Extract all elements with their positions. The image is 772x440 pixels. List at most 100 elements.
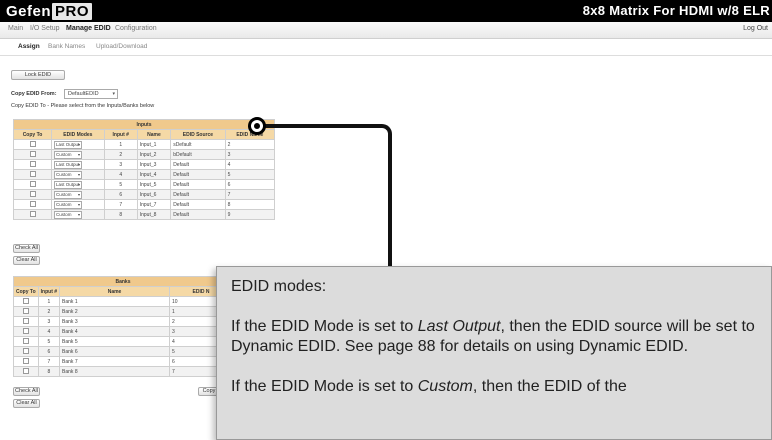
edid-mode-select[interactable]: Last Output ▾ (54, 140, 83, 149)
tab-assign[interactable]: Assign (18, 43, 40, 50)
bank-row: 1 Bank 1 10 (13, 296, 233, 307)
bank-input-number-cell: 4 (37, 326, 61, 337)
banks-table: Banks Copy To Input # Name EDID N 1 Bank … (13, 276, 233, 377)
bank-row: 6 Bank 65 (13, 346, 233, 357)
tab-upload-download[interactable]: Upload/Download (96, 43, 147, 50)
logout-link[interactable]: Log Out (743, 25, 768, 32)
bank-name-cell: Bank 5 (59, 336, 171, 347)
edid-source-cell: bDefault (170, 149, 226, 160)
edid-mode-cell: Last Output ▾ (51, 139, 105, 150)
edid-mode-select[interactable]: Last Output ▾ (54, 180, 83, 189)
copy-to-checkbox[interactable] (29, 210, 36, 217)
copy-to-checkbox[interactable] (29, 160, 36, 167)
copy-to-checkbox[interactable] (29, 200, 36, 207)
col-input-num: Input # (103, 129, 138, 140)
input-number-cell: 8 (103, 209, 138, 220)
clear-all-banks-button[interactable]: Clear All (13, 399, 40, 408)
bank-copy-to-checkbox[interactable] (22, 297, 29, 304)
top-header-bar: Gefen PRO 8x8 Matrix For HDMI w/8 ELR (0, 0, 772, 22)
edid-mode-select[interactable]: Last Output ▾ (54, 160, 83, 169)
nav-io-setup[interactable]: I/O Setup (30, 25, 60, 32)
edid-mode-cell: Custom ▾ (51, 169, 105, 180)
edid-mode-cell: Last Output ▾ (51, 179, 105, 190)
edid-mode-cell: Custom ▾ (51, 199, 105, 210)
chevron-down-icon: ▾ (78, 191, 81, 197)
banks-header-row: Copy To Input # Name EDID N (13, 286, 233, 297)
copy-to-checkbox[interactable] (29, 190, 36, 197)
edid-source-cell: Default (170, 179, 226, 190)
bank-copy-to-checkbox[interactable] (22, 327, 29, 334)
bank-name-cell: Bank 7 (59, 356, 171, 367)
copy-from-select[interactable]: DefaultEDID ▾ (64, 89, 118, 99)
bank-copy-to-checkbox[interactable] (22, 307, 29, 314)
nav-configuration[interactable]: Configuration (115, 25, 157, 32)
check-all-inputs-button[interactable]: Check All (13, 244, 40, 253)
input-name-cell: Input_7 (136, 199, 172, 210)
col-name: Name (136, 129, 172, 140)
input-name-cell: Input_2 (136, 149, 172, 160)
copy-to-cell (12, 169, 53, 180)
bank-copy-to-cell (13, 296, 39, 307)
copy-to-checkbox[interactable] (29, 170, 36, 177)
inputs-table: Inputs Copy To EDID Modes Input # Name E… (12, 119, 276, 220)
edid-mode-cell: Custom ▾ (51, 149, 105, 160)
check-all-banks-button[interactable]: Check All (13, 387, 40, 396)
input-name-cell: Input_4 (136, 169, 172, 180)
bank-copy-to-checkbox[interactable] (22, 317, 29, 324)
copy-to-cell (12, 159, 53, 170)
tab-bank-names[interactable]: Bank Names (48, 43, 85, 50)
edid-mode-select[interactable]: Custom ▾ (54, 150, 83, 159)
bank-name-cell: Bank 3 (59, 316, 171, 327)
inputs-header-row: Copy To EDID Modes Input # Name EDID Sou… (12, 129, 276, 140)
bank-copy-to-checkbox[interactable] (22, 367, 29, 374)
bank-input-number-cell: 8 (37, 366, 61, 377)
callout-box: EDID modes: If the EDID Mode is set to L… (216, 266, 772, 440)
edid-mode-select[interactable]: Custom ▾ (54, 210, 83, 219)
edid-source-cell: Default (170, 209, 226, 220)
copy-to-cell (12, 139, 53, 150)
bank-col-input-num: Input # (37, 286, 61, 297)
bank-name-cell: Bank 1 (59, 296, 171, 307)
input-row: Custom ▾ 8 Input_8 Default 9 (12, 209, 276, 220)
bank-input-number-cell: 5 (37, 336, 61, 347)
edid-source-cell: Default (170, 169, 226, 180)
main-nav: Main I/O Setup Manage EDID Configuration… (0, 22, 772, 39)
bank-row: 4 Bank 43 (13, 326, 233, 337)
edid-mode-select[interactable]: Custom ▾ (54, 200, 83, 209)
input-row: Last Output ▾ 3 Input_3 Default 4 (12, 159, 276, 170)
bank-copy-to-checkbox[interactable] (22, 347, 29, 354)
input-row: Last Output ▾ 5 Input_5 Default 6 (12, 179, 276, 190)
bank-row: 7 Bank 76 (13, 356, 233, 367)
edid-source-cell: sDefault (170, 139, 226, 150)
sub-nav: Assign Bank Names Upload/Download (0, 39, 772, 56)
input-row: Last Output ▾ 1 Input_1 sDefault 2 (12, 139, 276, 150)
edid-mode-select[interactable]: Custom ▾ (54, 190, 83, 199)
input-number-cell: 6 (103, 189, 138, 200)
copy-to-cell (12, 199, 53, 210)
copy-to-checkbox[interactable] (29, 150, 36, 157)
callout-pointer-dot (248, 117, 266, 135)
lock-edid-button[interactable]: Lock EDID (11, 70, 65, 80)
edid-mode-select[interactable]: Custom ▾ (54, 170, 83, 179)
nav-main[interactable]: Main (8, 25, 23, 32)
bank-copy-to-checkbox[interactable] (22, 357, 29, 364)
chevron-down-icon: ▾ (78, 141, 81, 147)
input-name-cell: Input_8 (136, 209, 172, 220)
copy-to-checkbox[interactable] (29, 140, 36, 147)
chevron-down-icon: ▾ (78, 151, 81, 157)
input-row: Custom ▾ 4 Input_4 Default 5 (12, 169, 276, 180)
bank-copy-to-checkbox[interactable] (22, 337, 29, 344)
edid-source-cell: Default (170, 189, 226, 200)
clear-all-inputs-button[interactable]: Clear All (13, 256, 40, 265)
input-number-cell: 7 (103, 199, 138, 210)
col-edid-modes: EDID Modes (51, 129, 105, 140)
bank-input-number-cell: 3 (37, 316, 61, 327)
chevron-down-icon: ▾ (112, 91, 115, 97)
input-row: Custom ▾ 7 Input_7 Default 8 (12, 199, 276, 210)
bank-copy-to-cell (13, 356, 39, 367)
bank-input-number-cell: 7 (37, 356, 61, 367)
bank-copy-to-cell (13, 336, 39, 347)
input-number-cell: 1 (103, 139, 138, 150)
copy-to-checkbox[interactable] (29, 180, 36, 187)
nav-manage-edid[interactable]: Manage EDID (66, 25, 111, 32)
